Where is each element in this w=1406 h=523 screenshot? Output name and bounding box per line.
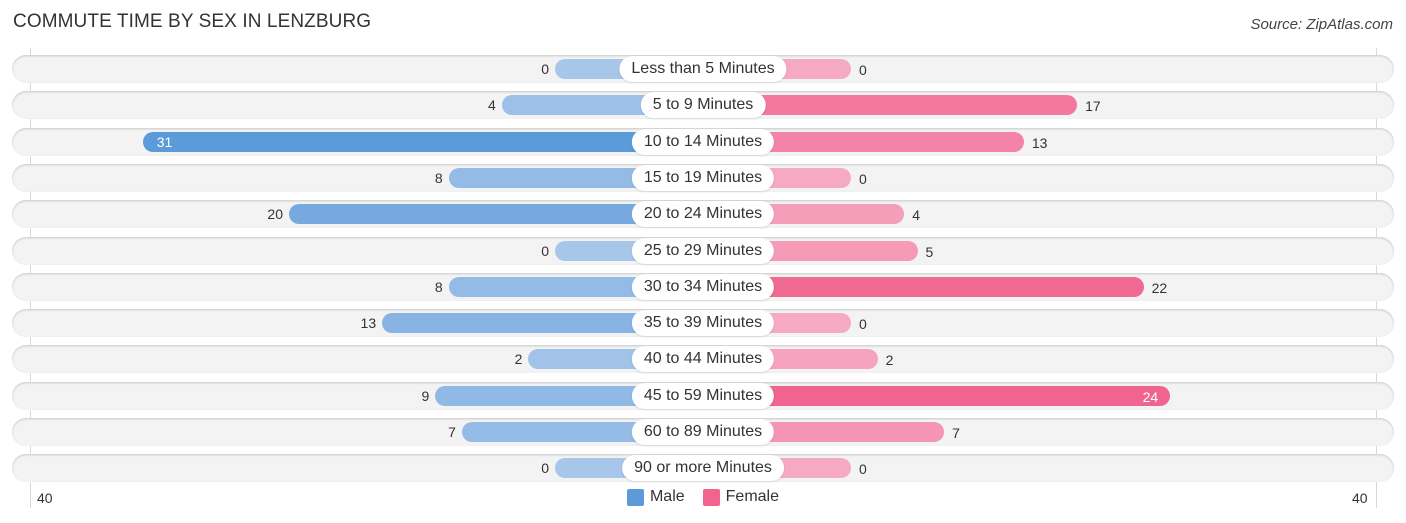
legend-swatch-female: [702, 488, 720, 506]
legend: Male Female: [0, 488, 1406, 506]
value-label-female: 0: [859, 316, 867, 333]
value-label-male: 0: [541, 460, 549, 477]
category-label: 20 to 24 Minutes: [631, 201, 775, 228]
value-label-male: 4: [488, 97, 496, 114]
value-label-male: 20: [267, 206, 283, 223]
source-label: Source: ZipAtlas.com: [1250, 16, 1393, 33]
value-label-male: 8: [434, 278, 443, 295]
category-label: 45 to 59 Minutes: [631, 382, 775, 409]
category-label: 25 to 29 Minutes: [631, 237, 775, 264]
value-label-male: 2: [514, 351, 523, 368]
value-label-female: 0: [859, 461, 867, 478]
legend-swatch-male: [626, 488, 644, 506]
value-label-female: 22: [1151, 279, 1168, 296]
value-label-male: 7: [448, 424, 456, 440]
value-label-male: 8: [434, 169, 443, 186]
category-label: 40 to 44 Minutes: [631, 346, 775, 373]
value-label-female: 5: [925, 243, 934, 260]
category-label: 35 to 39 Minutes: [631, 310, 775, 337]
value-label-male: 13: [360, 315, 377, 332]
legend-label-male: Male: [649, 488, 685, 505]
bar-male: [142, 131, 703, 152]
category-label: 90 or more Minutes: [622, 455, 784, 482]
value-label-female: 13: [1031, 134, 1048, 151]
value-label-male: 0: [541, 242, 549, 259]
category-label: 30 to 34 Minutes: [631, 273, 775, 300]
category-label: 15 to 19 Minutes: [631, 164, 775, 191]
value-label-female: 17: [1085, 98, 1101, 115]
category-label: 10 to 14 Minutes: [631, 128, 775, 155]
value-label-female: 7: [952, 425, 960, 441]
chart-title: COMMUTE TIME BY SEX IN LENZBURG: [13, 11, 372, 32]
value-label-male: 0: [541, 61, 549, 77]
category-label: 5 to 9 Minutes: [640, 92, 766, 119]
category-label: 60 to 89 Minutes: [631, 419, 775, 445]
value-label-female: 0: [859, 62, 867, 78]
value-label-female: 2: [885, 352, 894, 369]
category-label: Less than 5 Minutes: [619, 56, 787, 82]
legend-label-female: Female: [725, 488, 780, 505]
value-label-female: 24: [1142, 388, 1159, 405]
legend-item-male: Male: [626, 488, 685, 506]
value-label-male: 31: [156, 133, 173, 150]
value-label-female: 0: [859, 170, 867, 187]
value-label-female: 4: [912, 207, 920, 224]
legend-item-female: Female: [702, 488, 780, 506]
value-label-male: 9: [421, 387, 430, 404]
